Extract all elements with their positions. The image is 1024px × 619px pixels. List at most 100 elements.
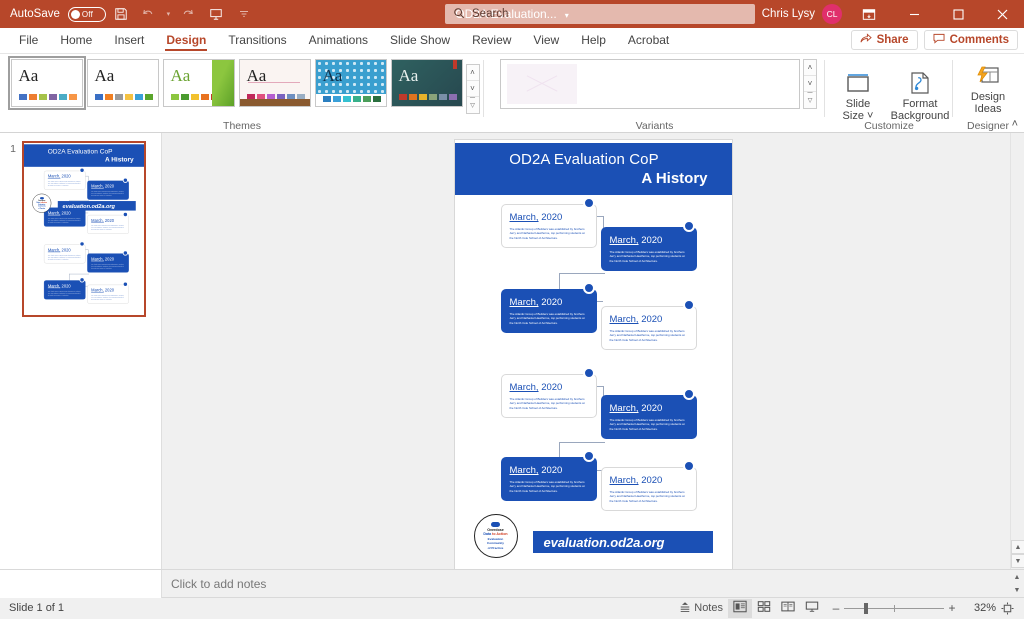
variant-placeholder[interactable] — [507, 64, 577, 104]
timeline-card[interactable]: March, 2020 The Atlantic Group of Builder… — [500, 289, 597, 334]
thumb-timeline-card[interactable]: March, 2020 The Atlantic Group of Builder… — [43, 170, 86, 190]
theme-swatch — [332, 96, 341, 102]
slide-editing-surface[interactable]: OD2A Evaluation CoP A History March, 2020 T… — [454, 140, 732, 569]
theme-preview-text: Aa — [398, 66, 419, 85]
slide-show-button[interactable] — [800, 599, 824, 618]
theme-swatch — [180, 94, 189, 100]
themes-more-button[interactable]: ▽ ¯ — [467, 96, 479, 113]
tab-help[interactable]: Help — [570, 27, 617, 53]
theme-thumbnail-office-theme[interactable]: Aa — [7, 56, 86, 110]
minimize-button[interactable] — [892, 0, 936, 28]
normal-view-icon — [733, 600, 747, 616]
slide-thumbnail[interactable]: OD2A Evaluation CoP A History March, 2020 T… — [22, 141, 146, 317]
zoom-level[interactable]: 32% — [964, 602, 996, 614]
website-url-bar[interactable]: evaluation.od2a.org — [532, 531, 713, 553]
format-background-button[interactable]: Format Background — [887, 63, 953, 125]
thumb-slide-title-block[interactable]: OD2A Evaluation CoP A History — [24, 144, 144, 167]
timeline-card[interactable]: March, 2020 The Atlantic Group of Builder… — [600, 467, 697, 512]
tab-review[interactable]: Review — [461, 27, 522, 53]
thumb-timeline-card[interactable]: March, 2020 The Atlantic Group of Builder… — [87, 284, 129, 304]
theme-thumbnail-facet-theme[interactable]: Aa — [162, 59, 235, 107]
variants-more-button[interactable]: ▽ ¯ — [804, 91, 816, 108]
undo-icon[interactable] — [136, 2, 162, 26]
avatar[interactable]: CL — [822, 4, 842, 24]
comments-button[interactable]: Comments — [923, 30, 1018, 50]
thumb-timeline-card-body: The Atlantic Group of Builders was estab… — [47, 254, 81, 260]
notes-toggle-button[interactable]: Notes — [674, 599, 728, 618]
tab-acrobat[interactable]: Acrobat — [617, 27, 680, 53]
reading-view-button[interactable] — [776, 599, 800, 618]
theme-swatch — [322, 96, 331, 102]
normal-view-button[interactable] — [728, 598, 752, 618]
thumb-timeline-card[interactable]: March, 2020 The Atlantic Group of Builder… — [43, 280, 86, 300]
thumb-timeline-card-heading: March, 2020 — [91, 184, 125, 189]
thumb-timeline-card[interactable]: March, 2020 The Atlantic Group of Builder… — [43, 244, 86, 264]
thumb-timeline-card[interactable]: March, 2020 The Atlantic Group of Builder… — [87, 180, 129, 200]
undo-dropdown-caret-icon[interactable]: ▾ — [164, 2, 173, 26]
autosave-toggle[interactable]: Off — [67, 6, 106, 22]
thumb-timeline-card[interactable]: March, 2020 The Atlantic Group of Builder… — [87, 253, 129, 273]
timeline-card-month: March, — [609, 475, 639, 486]
theme-thumbnail-berlin-theme[interactable]: Aa — [86, 59, 159, 107]
themes-gallery-scroll: ˄ ˅ ▽ ¯ — [465, 64, 480, 114]
redo-icon[interactable] — [175, 2, 201, 26]
thumb-timeline-card-year: 2020 — [104, 288, 115, 293]
tab-insert[interactable]: Insert — [103, 27, 155, 53]
thumb-website-url-bar[interactable]: evaluation.od2a.org — [57, 201, 136, 211]
thumb-timeline-card[interactable]: March, 2020 The Atlantic Group of Builder… — [87, 214, 129, 235]
theme-thumbnail-wisp-theme[interactable]: Aa — [238, 59, 311, 107]
zoom-slider[interactable]: – + — [828, 601, 960, 615]
thumb-timeline-card-year: 2020 — [104, 218, 115, 224]
theme-swatch — [170, 94, 179, 100]
timeline-card[interactable]: March, 2020 The Atlantic Group of Builder… — [500, 374, 597, 419]
save-icon[interactable] — [108, 2, 134, 26]
tab-transitions[interactable]: Transitions — [217, 27, 297, 53]
variants-scroll-up-button[interactable]: ˄ — [804, 60, 816, 76]
zoom-out-button[interactable]: – — [828, 601, 844, 615]
slide-size-button[interactable]: Slide Size ˅ — [829, 63, 887, 125]
timeline-card[interactable]: March, 2020 The Atlantic Group of Builder… — [600, 306, 697, 351]
search-input[interactable]: Search — [445, 4, 755, 24]
timeline-card[interactable]: March, 2020 The Atlantic Group of Builder… — [500, 457, 597, 502]
notes-placeholder[interactable]: Click to add notes — [162, 577, 266, 591]
timeline-card[interactable]: March, 2020 The Atlantic Group of Builder… — [500, 204, 597, 249]
tab-view[interactable]: View — [522, 27, 570, 53]
timeline-card[interactable]: March, 2020 The Atlantic Group of Builder… — [600, 227, 697, 272]
tab-slide-show[interactable]: Slide Show — [379, 27, 461, 53]
maximize-button[interactable] — [936, 0, 980, 28]
reading-view-icon — [781, 600, 795, 616]
variants-box[interactable] — [500, 59, 800, 109]
customize-quick-access-icon[interactable] — [231, 2, 257, 26]
tab-design[interactable]: Design — [155, 27, 217, 53]
share-button[interactable]: Share — [850, 30, 918, 50]
canvas-scroll-down-button[interactable]: ▼ — [1011, 554, 1024, 568]
timeline-card-body: The Atlantic Group of Builders was estab… — [509, 227, 585, 240]
canvas-scroll-up-button[interactable]: ▲ — [1011, 540, 1024, 554]
canvas-vertical-scrollbar[interactable]: ▲ ▼ — [1010, 133, 1024, 569]
timeline-card-year: 2020 — [641, 314, 663, 325]
theme-swatch — [58, 94, 67, 100]
theme-thumbnail-ion-boardroom-theme[interactable]: Aa — [390, 59, 463, 107]
thumb-timeline-card-body: The Atlantic Group of Builders was estab… — [47, 180, 81, 187]
notes-scroll-down-button[interactable]: ▼ — [1010, 584, 1024, 597]
themes-scroll-up-button[interactable]: ˄ — [466, 65, 479, 81]
theme-thumbnail-droplet-theme[interactable]: Aa — [314, 59, 387, 107]
zoom-in-button[interactable]: + — [944, 601, 960, 615]
tab-file[interactable]: File — [8, 27, 49, 53]
tab-home[interactable]: Home — [49, 27, 103, 53]
timeline-card[interactable]: March, 2020 The Atlantic Group of Builder… — [600, 395, 697, 440]
ribbon-display-options-icon[interactable] — [854, 0, 884, 28]
design-ideas-button[interactable]: Design Ideas — [959, 56, 1017, 118]
slide-sorter-button[interactable] — [752, 599, 776, 618]
start-presentation-icon[interactable] — [203, 2, 229, 26]
zoom-slider-track[interactable] — [844, 602, 944, 614]
tab-animations[interactable]: Animations — [298, 27, 379, 53]
slide-show-icon — [805, 600, 819, 616]
collapse-ribbon-button[interactable]: ˄ — [1012, 118, 1018, 130]
slide-list-item[interactable]: 1 OD2A Evaluation CoP A History March, 202… — [0, 141, 161, 317]
zoom-slider-handle[interactable] — [864, 602, 868, 614]
close-button[interactable] — [980, 0, 1024, 28]
fit-slide-icon[interactable] — [996, 601, 1018, 615]
notes-scroll-up-button[interactable]: ▲ — [1010, 571, 1024, 584]
slide-title-block[interactable]: OD2A Evaluation CoP A History — [454, 143, 732, 195]
